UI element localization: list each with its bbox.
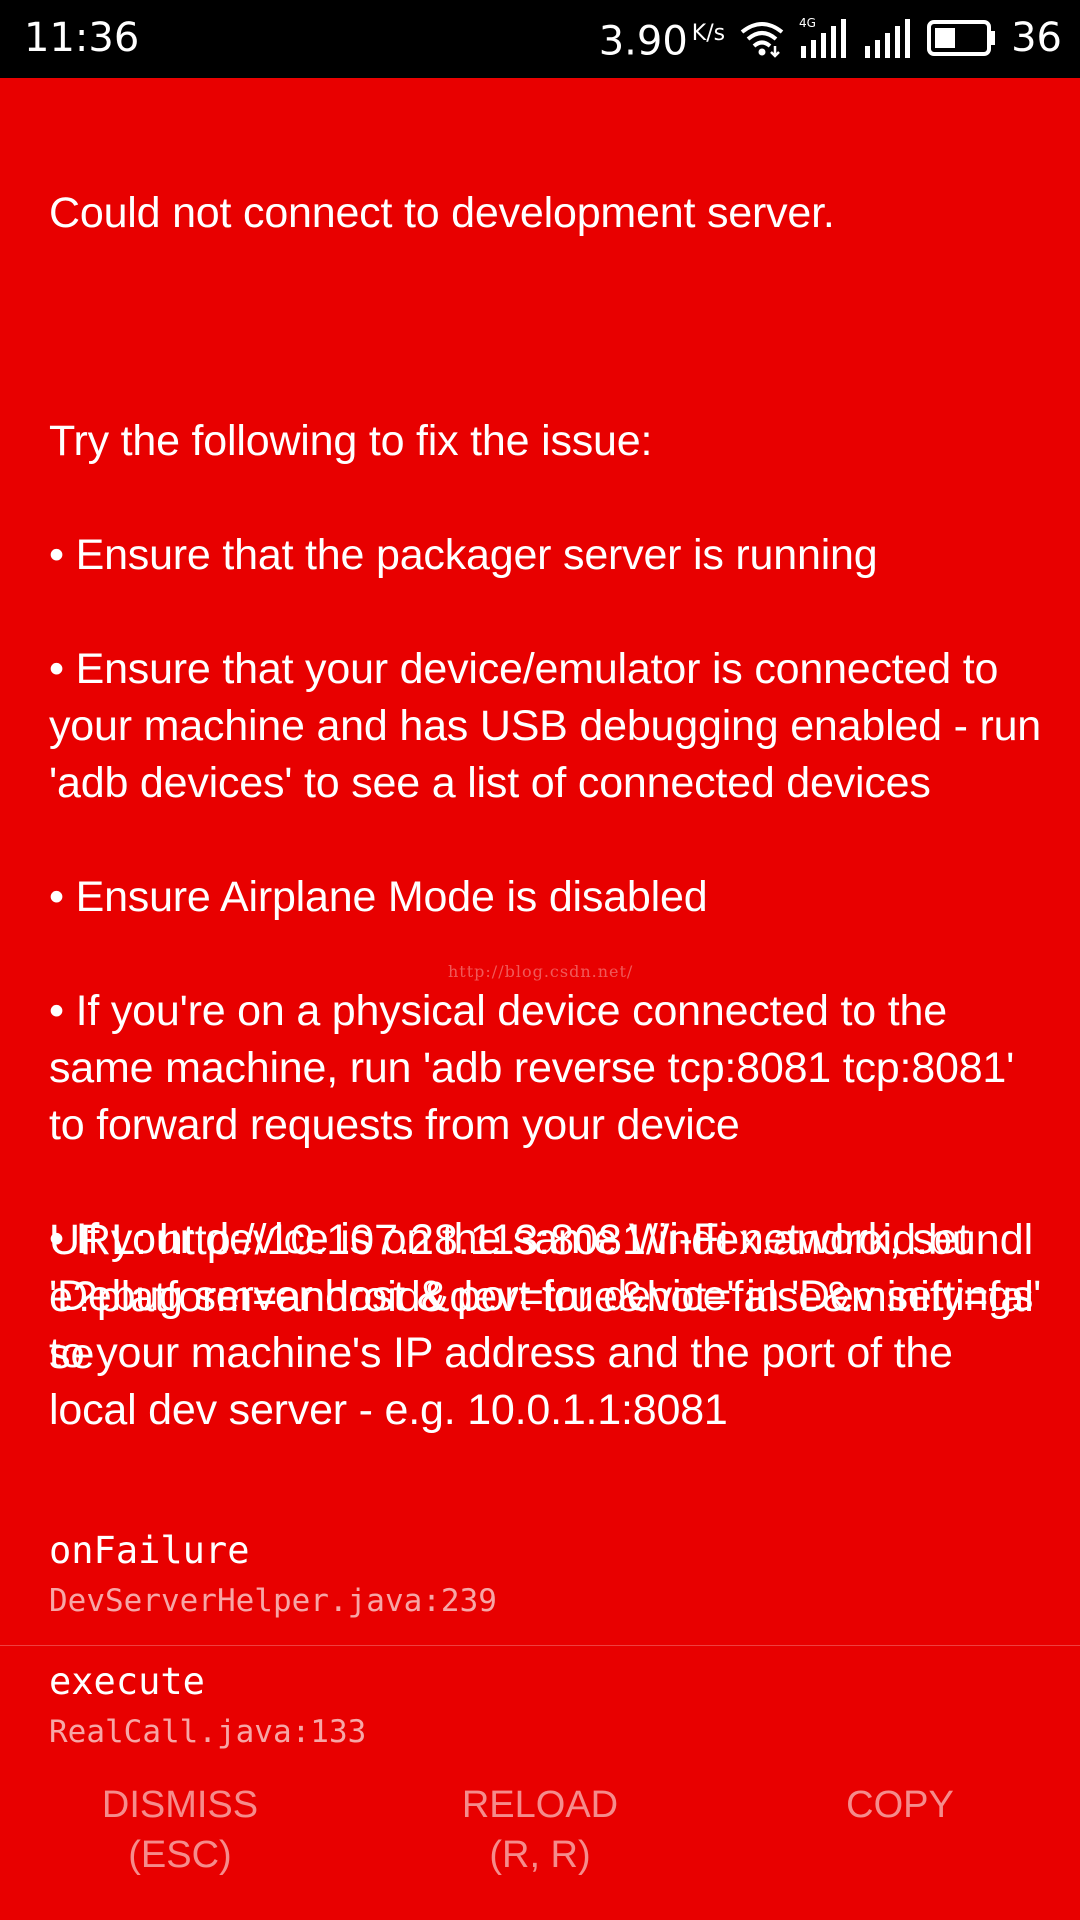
error-bullet: • Ensure that the packager server is run…	[49, 531, 878, 579]
error-bullet: • Ensure Airplane Mode is disabled	[49, 873, 708, 921]
network-speed-unit: K/s	[691, 21, 726, 47]
stack-frame-file: DevServerHelper.java:239	[49, 1583, 497, 1619]
error-intro: Try the following to fix the issue:	[49, 417, 653, 465]
signal-4g-icon: 4G	[799, 16, 849, 60]
status-icons: 3.90 K/s 4G 36	[599, 12, 1062, 65]
network-speed: 3.90 K/s	[598, 18, 726, 65]
battery-icon	[927, 18, 997, 58]
stack-frame-method: onFailure	[49, 1529, 250, 1572]
status-bar: 11:36 3.90 K/s 4G 36	[0, 0, 1080, 78]
network-type-label: 4G	[799, 16, 816, 30]
error-bullet: • If you're on a physical device connect…	[49, 987, 1015, 1149]
dismiss-button[interactable]: DISMISS (ESC)	[0, 1752, 360, 1880]
bundle-url: URL: http://10.107.28.113:8081/index.and…	[49, 1216, 1034, 1378]
wifi-icon	[739, 18, 785, 58]
error-bullet: • Ensure that your device/emulator is co…	[49, 645, 1042, 807]
status-time: 11:36	[24, 15, 140, 61]
stack-frame[interactable]: onFailure DevServerHelper.java:239	[0, 1515, 1080, 1641]
signal-icon	[863, 16, 913, 60]
stack-frame-file: RealCall.java:133	[49, 1714, 367, 1750]
battery-level: 36	[1011, 15, 1062, 61]
error-title: Could not connect to development server.	[49, 189, 835, 237]
copy-button[interactable]: COPY	[720, 1752, 1080, 1830]
reload-button[interactable]: RELOAD (R, R)	[360, 1752, 720, 1880]
stack-frame-method: execute	[49, 1660, 205, 1703]
stack-frame[interactable]: execute RealCall.java:133	[0, 1646, 1080, 1752]
action-bar: DISMISS (ESC) RELOAD (R, R) COPY	[0, 1752, 1080, 1920]
watermark: http://blog.csdn.net/	[448, 962, 634, 981]
stack-trace[interactable]: onFailure DevServerHelper.java:239 execu…	[0, 1515, 1080, 1752]
